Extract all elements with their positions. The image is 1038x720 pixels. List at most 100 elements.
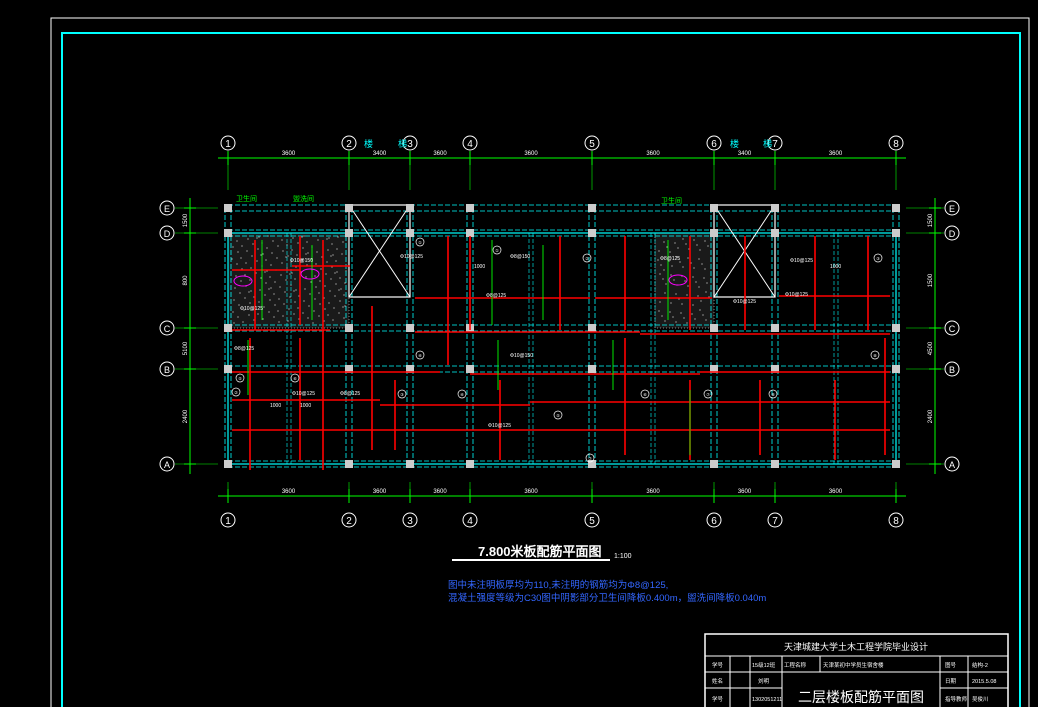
dim-text-top: 3400 [738, 151, 752, 157]
rebar-label: Φ8@125 [660, 256, 680, 262]
hatch-dot [657, 259, 659, 261]
hatch-dot [686, 322, 688, 324]
svg-text:结构-2: 结构-2 [972, 661, 988, 669]
hatch-dot [330, 255, 332, 257]
dim-text-bottom: 3600 [524, 489, 538, 495]
hatch-dot [271, 252, 273, 254]
hatch-dot [318, 292, 320, 294]
hatch-dot [332, 254, 334, 256]
hatch-dot [330, 278, 332, 280]
hatch-dot [257, 248, 259, 250]
hatch-dot [285, 256, 287, 258]
column [710, 324, 718, 332]
hatch-dot [289, 296, 291, 298]
axis-label-left: C [164, 324, 171, 334]
hatch-dot [692, 304, 694, 306]
svg-text:日期: 日期 [945, 678, 957, 685]
hatch-dot [270, 287, 272, 289]
hatch-dot [260, 254, 262, 256]
hatch-dot [699, 249, 701, 251]
hatch-dot [268, 311, 270, 313]
cad-viewport[interactable]: 3600 3400 3600 3600 3600 3400 3600 3600 3600 3600… [0, 0, 1038, 720]
hatch-dot [707, 245, 709, 247]
svg-text:工程名称: 工程名称 [784, 661, 807, 669]
column [892, 460, 900, 468]
hatch-dot [282, 250, 284, 252]
hatch-dot [245, 262, 247, 264]
hatch-dot [687, 257, 689, 259]
dim-text-top: 3600 [282, 151, 296, 157]
hatch-dot [328, 302, 330, 304]
slab-marker-label: ③ [876, 256, 880, 261]
rebar-label: Φ8@125 [234, 346, 254, 352]
column [345, 460, 353, 468]
axis-label-top: 7 [772, 139, 778, 150]
slab-marker-label: ⑥ [293, 376, 297, 381]
hatch-dot [669, 251, 671, 253]
hatch-dot [235, 275, 237, 277]
dim-text-right: 2400 [928, 409, 934, 423]
slab-marker-label: ④ [460, 392, 464, 397]
dim-text-top: 3400 [373, 151, 387, 157]
callout-length: 1000 [474, 264, 485, 270]
hatch-dot [338, 289, 340, 291]
hatch-dot [293, 290, 295, 292]
dim-text-left: 1500 [183, 213, 189, 227]
hatch-dot [683, 317, 685, 319]
hatch-dot [663, 269, 665, 271]
hatch-dot [287, 320, 289, 322]
drawing-canvas[interactable]: 3600 3400 3600 3600 3600 3400 3600 3600 3600 3600… [0, 0, 1038, 710]
axis-label-bottom: 4 [467, 516, 473, 527]
hatch-dot [701, 263, 703, 265]
column [224, 365, 232, 373]
axis-label-right: B [949, 365, 955, 375]
column [710, 204, 718, 212]
hatch-dot [310, 281, 312, 283]
hatch-dot [684, 280, 686, 282]
hatch-dot [233, 322, 235, 324]
column [466, 365, 474, 373]
column [710, 460, 718, 468]
hatch-dot [233, 299, 235, 301]
hatch-dot [326, 261, 328, 263]
axis-label-bottom: 7 [772, 516, 778, 527]
svg-text:刘明: 刘明 [758, 677, 770, 685]
hatch-dot [696, 244, 698, 246]
column [406, 324, 414, 332]
axis-label-top: 8 [893, 139, 899, 150]
svg-text:姓名: 姓名 [712, 677, 723, 685]
hatch-dot [237, 316, 239, 318]
column [345, 324, 353, 332]
axis-label-top: 2 [346, 139, 352, 150]
hatch-dot [324, 285, 326, 287]
dim-text-top: 3600 [829, 151, 843, 157]
hatch-dot [294, 278, 296, 280]
slab-marker-label: ⑤ [556, 413, 560, 418]
column [771, 204, 779, 212]
hatch-dot [336, 248, 338, 250]
hatch-dot [303, 235, 305, 237]
axis-label-left: A [164, 460, 170, 470]
svg-text:1302051211: 1302051211 [752, 697, 782, 703]
hatch-dot [685, 243, 687, 245]
hatch-dot [702, 314, 704, 316]
hatch-dot [658, 310, 660, 312]
axis-label-left: B [164, 365, 170, 375]
hatch-dot [268, 288, 270, 290]
hatch-dot [259, 289, 261, 291]
room-label: 盥洗间 [293, 194, 314, 203]
dim-text-bottom: 3600 [373, 489, 387, 495]
hatch-dot [663, 241, 665, 243]
hatch-dot [295, 289, 297, 291]
hatch-dot [665, 283, 667, 285]
hatch-dot [670, 274, 672, 276]
hatch-dot [265, 282, 267, 284]
dim-text-bottom: 3600 [433, 489, 447, 495]
hatch-dot [308, 305, 310, 307]
hatch-dot [288, 308, 290, 310]
hatch-dot [285, 279, 287, 281]
hatch-dot [248, 291, 250, 293]
hatch-dot [339, 300, 341, 302]
hatch-dot [252, 243, 254, 245]
rebar-label: Φ10@125 [785, 292, 808, 298]
